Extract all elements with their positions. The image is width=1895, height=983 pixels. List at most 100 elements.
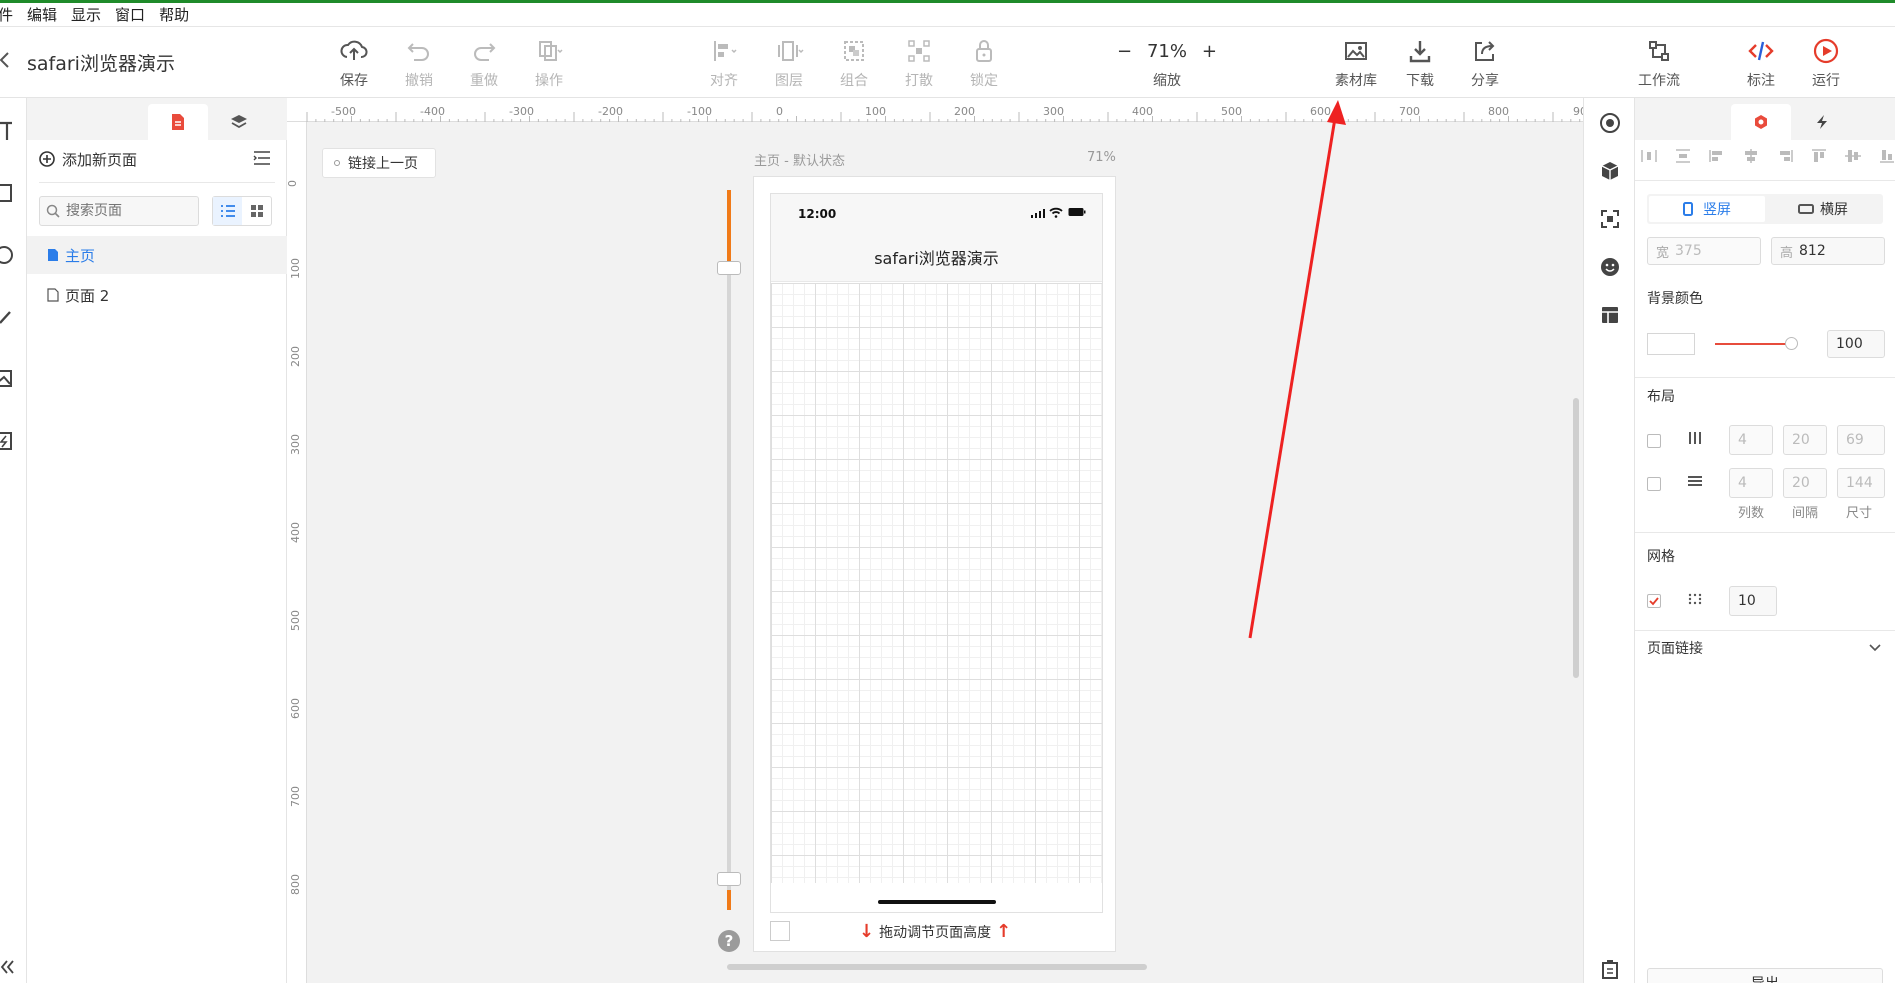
distribute-vertical-icon[interactable]	[1675, 148, 1691, 164]
operate-button[interactable]: 操作	[521, 36, 577, 92]
pages-panel-tabs	[27, 98, 287, 140]
phone-artboard[interactable]: 12:00 safari浏览器演示	[770, 193, 1103, 913]
collapse-double-chevron-icon[interactable]	[0, 956, 16, 978]
vertical-scrollbar[interactable]	[1573, 398, 1579, 678]
zoom-value[interactable]: 71%	[1147, 41, 1187, 62]
menu-view[interactable]: 显示	[71, 4, 101, 25]
align-top-icon[interactable]	[1811, 148, 1827, 164]
component-tool-icon[interactable]	[0, 430, 16, 452]
swap-frame-icon[interactable]	[1599, 208, 1621, 230]
menu-edit[interactable]: 编辑	[27, 4, 57, 25]
add-page-button[interactable]: 添加新页面	[39, 148, 137, 170]
height-field[interactable]: 高 812	[1771, 237, 1885, 265]
tab-layers[interactable]	[209, 104, 269, 140]
list-view-button[interactable]	[213, 197, 242, 225]
menu-file[interactable]: 件	[0, 4, 13, 25]
search-page-input[interactable]	[66, 203, 186, 219]
distribute-horizontal-icon[interactable]	[1641, 148, 1657, 164]
align-left-icon[interactable]	[1709, 148, 1725, 164]
undo-button[interactable]: 撤销	[391, 36, 447, 92]
page-item-home[interactable]: 主页	[27, 236, 287, 274]
group-label: 组合	[840, 73, 868, 89]
tab-interaction[interactable]	[1792, 104, 1852, 140]
redo-button[interactable]: 重做	[456, 36, 512, 92]
align-bottom-icon[interactable]	[1879, 148, 1895, 164]
save-button[interactable]: 保存	[326, 36, 382, 92]
tab-style[interactable]	[1731, 104, 1791, 140]
ungroup-button[interactable]: 打散	[891, 36, 947, 92]
opacity-field[interactable]: 100	[1827, 330, 1885, 358]
rectangle-tool-icon[interactable]	[0, 182, 16, 204]
annotation-red-arrow	[1248, 100, 1346, 639]
menu-help[interactable]: 帮助	[159, 4, 189, 25]
slider-top-handle[interactable]	[717, 261, 741, 275]
slider-bottom-handle[interactable]	[717, 872, 741, 886]
design-canvas[interactable]: -500 -400 -300 -200 -100 0 100 200 300 4…	[287, 98, 1583, 983]
menu-bar: 件 编辑 显示 窗口 帮助	[0, 3, 1895, 27]
rows-gap-field[interactable]: 20	[1783, 468, 1827, 498]
table-icon[interactable]	[1599, 304, 1621, 326]
zoom-out-button[interactable]: −	[1117, 41, 1132, 62]
page-link-title[interactable]: 页面链接	[1647, 638, 1703, 658]
menu-window[interactable]: 窗口	[115, 4, 145, 25]
assets-button[interactable]: 素材库	[1328, 36, 1384, 92]
clipboard-icon[interactable]	[1599, 958, 1621, 980]
opacity-slider[interactable]	[1715, 343, 1789, 345]
page-item-page2[interactable]: 页面 2	[27, 276, 287, 314]
signal-icon	[1031, 209, 1045, 218]
emoji-icon[interactable]	[1599, 256, 1621, 278]
annotate-button[interactable]: 标注	[1733, 36, 1789, 92]
tab-pages[interactable]	[148, 104, 208, 140]
zoom-in-button[interactable]: +	[1202, 41, 1217, 62]
image-tool-icon[interactable]	[0, 368, 16, 390]
width-field[interactable]: 宽 375	[1647, 237, 1761, 265]
run-button[interactable]: 运行	[1798, 36, 1854, 92]
grid-view-button[interactable]	[242, 197, 271, 225]
artboard-frame[interactable]: 12:00 safari浏览器演示 ↓ 拖动调节页面高度 ↑	[753, 176, 1116, 952]
ellipse-tool-icon[interactable]	[0, 244, 16, 266]
align-button[interactable]: 对齐	[696, 36, 752, 92]
landscape-button[interactable]: 横屏	[1765, 196, 1881, 222]
opacity-slider-knob[interactable]	[1785, 337, 1798, 350]
columns-gap-field[interactable]: 20	[1783, 425, 1827, 455]
drag-height-hint[interactable]: ↓ 拖动调节页面高度 ↑	[854, 921, 1016, 942]
columns-count-field[interactable]: 4	[1729, 425, 1773, 455]
chevron-down-icon[interactable]	[1869, 644, 1881, 652]
align-middle-v-icon[interactable]	[1845, 148, 1861, 164]
share-button[interactable]: 分享	[1457, 36, 1513, 92]
ruler-label: -500	[331, 105, 356, 118]
line-tool-icon[interactable]	[0, 306, 16, 328]
layer-button[interactable]: 图层	[761, 36, 817, 92]
portrait-button[interactable]: 竖屏	[1649, 196, 1765, 222]
page-height-slider-track[interactable]	[727, 190, 731, 910]
layout-rows-checkbox[interactable]	[1647, 477, 1661, 491]
sort-list-icon[interactable]	[253, 150, 271, 166]
columns-size-field[interactable]: 69	[1837, 425, 1885, 455]
grid-size-field[interactable]: 10	[1729, 586, 1777, 616]
group-button[interactable]: 组合	[826, 36, 882, 92]
export-button[interactable]: 导出	[1647, 968, 1883, 983]
target-icon[interactable]	[1599, 112, 1621, 134]
grid-size-value: 10	[1738, 593, 1756, 609]
help-button[interactable]: ?	[718, 930, 740, 952]
height-adjust-checkbox[interactable]	[770, 921, 790, 941]
rows-size-field[interactable]: 144	[1837, 468, 1885, 498]
horizontal-scrollbar[interactable]	[727, 964, 1147, 970]
properties-panel: 竖屏 横屏 宽 375 高 812 背景颜色 100 布局 4 20 69 4 …	[1635, 98, 1895, 983]
align-center-h-icon[interactable]	[1743, 148, 1759, 164]
ruler-label: -100	[687, 105, 712, 118]
layout-columns-checkbox[interactable]	[1647, 434, 1661, 448]
rows-count-field[interactable]: 4	[1729, 468, 1773, 498]
download-button[interactable]: 下载	[1392, 36, 1448, 92]
arrow-up-icon: ↑	[996, 921, 1012, 942]
bg-color-swatch[interactable]	[1647, 333, 1695, 355]
lock-button[interactable]: 锁定	[956, 36, 1012, 92]
align-right-icon[interactable]	[1777, 148, 1793, 164]
search-page-box	[39, 196, 199, 226]
link-previous-page-button[interactable]: 链接上一页	[322, 148, 436, 178]
text-tool-icon[interactable]	[0, 120, 16, 142]
cube-icon[interactable]	[1599, 160, 1621, 182]
grid-checkbox[interactable]	[1647, 594, 1661, 608]
workflow-button[interactable]: 工作流	[1631, 36, 1687, 92]
back-chevron-icon[interactable]	[0, 50, 12, 70]
